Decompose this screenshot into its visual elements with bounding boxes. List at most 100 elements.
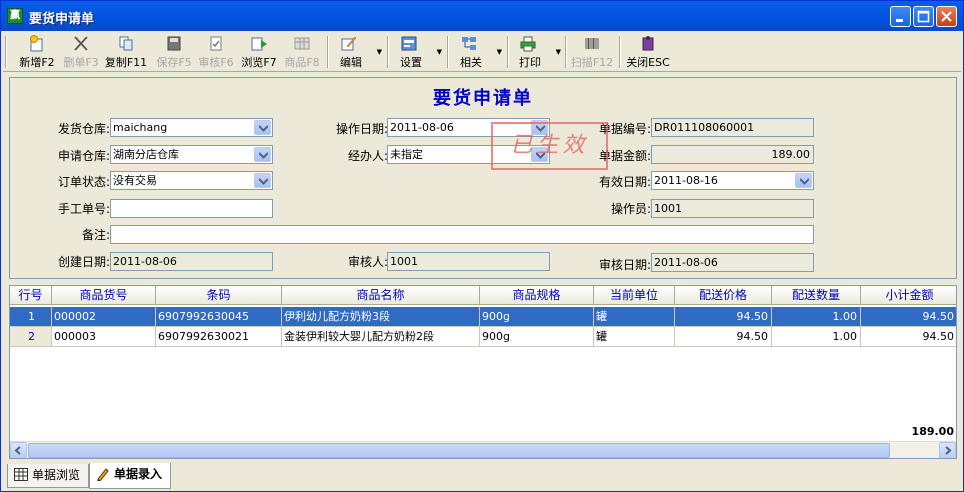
price-cell[interactable]: 94.50 (675, 307, 772, 327)
bottom-tabs: 单据浏览 单据录入 (3, 463, 961, 491)
column-header[interactable]: 当前单位 (594, 286, 675, 305)
reviewer-label: 审核人: (347, 255, 388, 269)
unit-cell[interactable]: 罐 (594, 307, 675, 327)
related-menu-button[interactable]: 相关 ▼ (454, 34, 502, 70)
table-row[interactable]: 2 000003 6907992630021 金装伊利较大婴儿配方奶粉2段 90… (10, 327, 956, 347)
remark-input[interactable] (110, 225, 814, 244)
scroll-thumb[interactable] (28, 443, 890, 458)
goods-name-cell[interactable]: 金装伊利较大婴儿配方奶粉2段 (282, 327, 480, 347)
chevron-down-icon (259, 152, 268, 159)
toolbar-separator (447, 36, 449, 68)
copy-button[interactable]: 复制F11 (103, 34, 149, 70)
grid-total: 189.00 (911, 425, 954, 438)
chevron-down-icon: ▼ (496, 48, 502, 56)
toolbar: 新增F2 删单F3 复制F11 保存F5 审核F6 浏览F7 商品F8 编辑 ▼… (3, 32, 961, 72)
subtotal-cell[interactable]: 94.50 (861, 307, 956, 327)
edit-menu-button[interactable]: 编辑 ▼ (334, 34, 382, 70)
save-button[interactable]: 保存F5 (154, 34, 194, 70)
dropdown-button[interactable] (254, 173, 271, 188)
goods-button-label: 商品F8 (284, 56, 320, 69)
horizontal-scrollbar[interactable] (10, 441, 956, 458)
price-cell[interactable]: 94.50 (675, 327, 772, 347)
handler-label: 经办人: (347, 149, 388, 163)
scroll-left-button[interactable] (10, 442, 27, 458)
maximize-button[interactable] (913, 6, 934, 27)
close-icon (941, 11, 952, 22)
op-date-label: 操作日期: (335, 122, 388, 136)
column-header[interactable]: 配送价格 (675, 286, 772, 305)
browse-button-label: 浏览F7 (241, 56, 277, 69)
title-bar[interactable]: 赢 要货申请单 (1, 1, 963, 31)
goods-button[interactable]: 商品F8 (282, 34, 322, 70)
audit-button[interactable]: 审核F6 (196, 34, 236, 70)
column-header[interactable]: 商品名称 (282, 286, 480, 305)
edit-icon (341, 36, 357, 51)
qty-cell[interactable]: 1.00 (772, 307, 861, 327)
edit-menu-label: 编辑 (340, 56, 362, 69)
dropdown-button[interactable] (254, 147, 271, 162)
chevron-down-icon: ▼ (376, 48, 382, 56)
column-header[interactable]: 配送数量 (772, 286, 861, 305)
ship-warehouse-value: maichang (113, 121, 168, 134)
scroll-right-button[interactable] (939, 442, 956, 458)
column-header[interactable]: 小计金额 (861, 286, 956, 305)
unit-cell[interactable]: 罐 (594, 327, 675, 347)
window-title: 要货申请单 (29, 12, 95, 27)
goods-name-cell[interactable]: 伊利幼儿配方奶粉3段 (282, 307, 480, 327)
toolbar-separator (619, 36, 621, 68)
valid-date-picker[interactable]: 2011-08-16 (651, 171, 814, 190)
chevron-down-icon: ▼ (555, 48, 561, 56)
browse-button[interactable]: 浏览F7 (238, 34, 280, 70)
main-window: 赢 要货申请单 新增F2 删单F3 复制F11 保存F5 审核F6 浏览F7 商… (0, 0, 964, 492)
table-row[interactable]: 1 000002 6907992630045 伊利幼儿配方奶粉3段 900g 罐… (10, 307, 956, 327)
new-button[interactable]: 新增F2 (17, 34, 57, 70)
scan-button[interactable]: 扫描F12 (569, 34, 615, 70)
barcode-cell[interactable]: 6907992630045 (156, 307, 282, 327)
request-warehouse-label: 申请仓库: (57, 149, 110, 163)
column-header[interactable]: 商品规格 (480, 286, 594, 305)
close-window-button[interactable] (936, 6, 957, 27)
manual-no-input[interactable] (110, 199, 273, 218)
subtotal-cell[interactable]: 94.50 (861, 327, 956, 347)
row-number: 1 (10, 307, 52, 327)
qty-cell[interactable]: 1.00 (772, 327, 861, 347)
order-status-value: 没有交易 (113, 174, 157, 187)
save-button-label: 保存F5 (156, 56, 192, 69)
manual-no-label: 手工单号: (57, 202, 110, 216)
spec-cell[interactable]: 900g (480, 327, 594, 347)
request-warehouse-value: 湖南分店仓库 (113, 148, 179, 161)
delete-button-label: 删单F3 (63, 56, 99, 69)
ship-warehouse-label: 发货仓库: (57, 122, 110, 136)
barcode-cell[interactable]: 6907992630021 (156, 327, 282, 347)
spec-cell[interactable]: 900g (480, 307, 594, 327)
tab-document-entry[interactable]: 单据录入 (89, 463, 172, 489)
goods-icon (294, 37, 310, 50)
tab-document-browse[interactable]: 单据浏览 (7, 464, 90, 488)
exit-icon (642, 36, 654, 51)
order-status-select[interactable]: 没有交易 (110, 171, 273, 190)
settings-menu-button[interactable]: 设置 ▼ (394, 34, 442, 70)
column-header[interactable]: 行号 (10, 286, 52, 305)
dropdown-button[interactable] (254, 120, 271, 135)
print-menu-button[interactable]: 打印 ▼ (513, 34, 561, 70)
column-header[interactable]: 条码 (156, 286, 282, 305)
related-menu-label: 相关 (460, 56, 482, 69)
order-status-label: 订单状态: (57, 175, 110, 189)
delete-button[interactable]: 删单F3 (61, 34, 101, 70)
created-date-label: 创建日期: (57, 255, 110, 269)
copy-button-label: 复制F11 (104, 56, 148, 69)
dropdown-button[interactable] (795, 173, 812, 188)
close-esc-label: 关闭ESC (626, 56, 670, 69)
audit-icon (210, 36, 222, 51)
minimize-icon (896, 19, 903, 22)
column-header[interactable]: 商品货号 (52, 286, 156, 305)
goods-code-cell[interactable]: 000003 (52, 327, 156, 347)
settings-menu-label: 设置 (400, 56, 422, 69)
minimize-button[interactable] (890, 6, 911, 27)
close-esc-button[interactable]: 关闭ESC (625, 34, 671, 70)
goods-code-cell[interactable]: 000002 (52, 307, 156, 327)
grid-header: 行号 商品货号 条码 商品名称 商品规格 当前单位 配送价格 配送数量 小计金额 (10, 286, 956, 305)
request-warehouse-select[interactable]: 湖南分店仓库 (110, 145, 273, 164)
ship-warehouse-select[interactable]: maichang (110, 118, 273, 137)
reviewer-field: 1001 (387, 252, 550, 271)
